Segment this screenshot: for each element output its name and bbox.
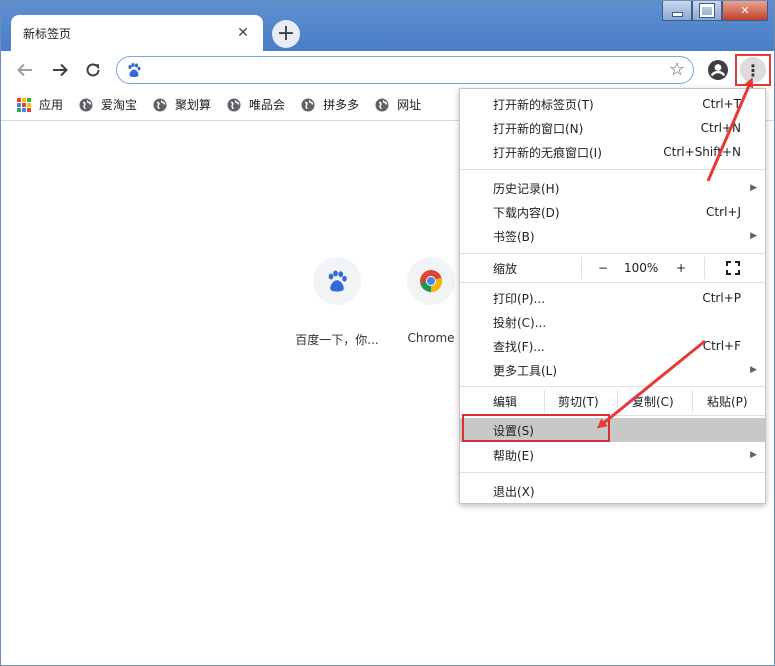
bookmark-item[interactable]: 爱淘宝	[79, 96, 137, 113]
baidu-paw-icon	[313, 257, 361, 305]
bookmark-label: 应用	[39, 98, 64, 112]
menu-item-print[interactable]: 打印(P)... Ctrl+P	[460, 286, 765, 310]
edit-divider	[692, 390, 693, 412]
menu-item-new-window[interactable]: 打开新的窗口(N) Ctrl+N	[460, 116, 765, 140]
menu-item-label: 帮助(E)	[493, 448, 534, 463]
bookmark-label: 聚划算	[175, 98, 212, 112]
three-dots-icon: ⋮	[740, 57, 766, 83]
zoom-out-button[interactable]: −	[598, 261, 608, 275]
tab-title: 新标签页	[23, 26, 72, 41]
edit-divider	[544, 390, 545, 412]
zoom-divider	[704, 257, 705, 279]
menu-item-downloads[interactable]: 下载内容(D) Ctrl+J	[460, 200, 765, 224]
close-tab-icon[interactable]: ✕	[235, 25, 251, 41]
menu-divider	[460, 472, 765, 473]
bookmark-item[interactable]: 拼多多	[301, 96, 359, 113]
zoom-row: 缩放 − 100% +	[460, 254, 765, 282]
menu-item-label: 历史记录(H)	[493, 181, 560, 196]
menu-item-new-tab[interactable]: 打开新的标签页(T) Ctrl+T	[460, 92, 765, 116]
menu-item-shortcut: Ctrl+J	[706, 205, 741, 219]
forward-arrow-icon[interactable]	[49, 59, 71, 81]
toolbar: ☆ ⋮	[1, 51, 774, 89]
bookmark-label: 唯品会	[249, 98, 286, 112]
zoom-divider	[581, 257, 582, 279]
menu-item-bookmarks[interactable]: 书签(B) ▶	[460, 224, 765, 248]
globe-icon	[153, 98, 167, 111]
submenu-arrow-icon: ▶	[750, 450, 757, 460]
menu-item-label: 书签(B)	[493, 229, 535, 244]
bookmark-label: 拼多多	[323, 98, 360, 112]
menu-item-shortcut: Ctrl+Shift+N	[663, 145, 741, 159]
profile-avatar-icon[interactable]	[707, 59, 729, 81]
submenu-arrow-icon: ▶	[750, 183, 757, 193]
chrome-icon	[407, 257, 455, 305]
menu-item-find[interactable]: 查找(F)... Ctrl+F	[460, 334, 765, 358]
menu-item-label: 退出(X)	[493, 484, 535, 499]
edit-divider	[617, 390, 618, 412]
baidu-paw-icon	[126, 62, 142, 78]
menu-item-label: 打印(P)...	[493, 291, 546, 306]
menu-item-shortcut: Ctrl+T	[702, 97, 741, 111]
apps-grid-icon	[17, 97, 31, 112]
fullscreen-icon[interactable]	[726, 261, 740, 278]
menu-item-label: 更多工具(L)	[493, 363, 558, 378]
submenu-arrow-icon: ▶	[750, 365, 757, 375]
bookmark-apps[interactable]: 应用	[17, 96, 63, 113]
minimize-button[interactable]	[662, 1, 692, 21]
bookmark-item[interactable]: 唯品会	[227, 96, 285, 113]
omnibox-input[interactable]	[151, 60, 661, 80]
edit-label: 编辑	[493, 394, 518, 409]
globe-icon	[375, 98, 389, 111]
browser-window: 新标签页 ✕ + ✕ ☆ ⋮ 应用 爱淘宝 聚划算 唯品会 拼多多 网址 百度一…	[0, 0, 775, 666]
menu-item-label: 打开新的无痕窗口(I)	[493, 145, 602, 160]
menu-item-shortcut: Ctrl+N	[700, 121, 741, 135]
submenu-arrow-icon: ▶	[750, 231, 757, 241]
maximize-button[interactable]	[692, 1, 722, 21]
bookmark-label: 网址	[397, 98, 422, 112]
zoom-label: 缩放	[493, 261, 518, 276]
menu-item-label: 查找(F)...	[493, 339, 545, 354]
menu-item-label: 打开新的窗口(N)	[493, 121, 584, 136]
settings-highlight-box	[462, 414, 610, 442]
customize-menu-button[interactable]: ⋮	[735, 54, 771, 86]
tab-new-tab[interactable]: 新标签页 ✕	[11, 15, 263, 51]
zoom-in-button[interactable]: +	[676, 261, 686, 275]
copy-button[interactable]: 复制(C)	[632, 393, 674, 410]
zoom-level: 100%	[624, 261, 659, 275]
globe-icon	[79, 98, 93, 111]
paste-button[interactable]: 粘贴(P)	[707, 393, 748, 410]
close-window-button[interactable]: ✕	[722, 1, 768, 21]
reload-icon[interactable]	[82, 59, 104, 81]
menu-item-cast[interactable]: 投射(C)...	[460, 310, 765, 334]
menu-item-shortcut: Ctrl+P	[702, 291, 741, 305]
new-tab-button[interactable]: +	[272, 20, 300, 48]
bookmark-item[interactable]: 聚划算	[153, 96, 211, 113]
back-arrow-icon[interactable]	[14, 59, 36, 81]
window-controls: ✕	[662, 1, 768, 21]
menu-item-history[interactable]: 历史记录(H) ▶	[460, 176, 765, 200]
menu-item-shortcut: Ctrl+F	[702, 339, 741, 353]
address-bar[interactable]: ☆	[116, 56, 694, 84]
menu-item-exit[interactable]: 退出(X)	[460, 479, 765, 503]
menu-item-label: 投射(C)...	[493, 315, 547, 330]
edit-row: 编辑 剪切(T) 复制(C) 粘贴(P)	[460, 387, 765, 415]
title-bar: 新标签页 ✕ + ✕	[1, 1, 774, 51]
menu-divider	[460, 169, 765, 170]
menu-item-incognito[interactable]: 打开新的无痕窗口(I) Ctrl+Shift+N	[460, 140, 765, 164]
globe-icon	[227, 98, 241, 111]
menu-item-label: 打开新的标签页(T)	[493, 97, 594, 112]
menu-item-label: 下载内容(D)	[493, 205, 560, 220]
globe-icon	[301, 98, 315, 111]
menu-divider	[460, 282, 765, 283]
menu-item-help[interactable]: 帮助(E) ▶	[460, 443, 765, 467]
menu-item-more-tools[interactable]: 更多工具(L) ▶	[460, 358, 765, 382]
cut-button[interactable]: 剪切(T)	[558, 393, 599, 410]
bookmark-label: 爱淘宝	[101, 98, 138, 112]
bookmark-item[interactable]: 网址	[375, 96, 421, 113]
bookmark-star-icon[interactable]: ☆	[669, 59, 685, 80]
